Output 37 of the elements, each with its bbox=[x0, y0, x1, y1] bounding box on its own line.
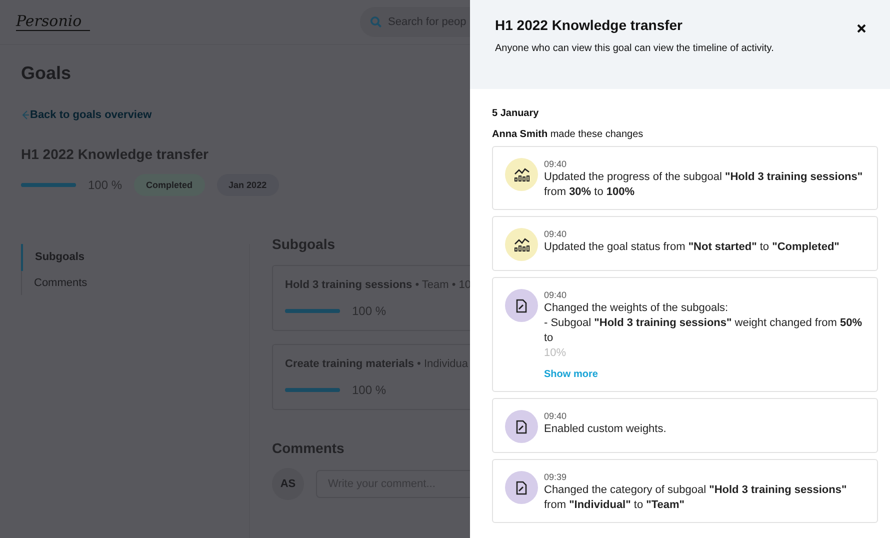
activity-time: 09:39 bbox=[544, 471, 568, 483]
back-link[interactable]: Back to goals overview bbox=[21, 109, 152, 121]
logo[interactable]: Personio bbox=[16, 13, 90, 31]
activity-time: 09:40 bbox=[544, 158, 568, 170]
progress-bar bbox=[285, 309, 340, 313]
search-icon bbox=[370, 16, 382, 28]
show-more-link[interactable]: Show more bbox=[544, 367, 598, 382]
document-edit-icon bbox=[516, 480, 527, 494]
author-line: Anna Smith made these changes bbox=[492, 129, 644, 140]
section-heading: Subgoals bbox=[272, 236, 336, 252]
section-heading: Comments bbox=[272, 440, 346, 456]
page-title: Goals bbox=[21, 63, 72, 85]
period-badge: Jan 2022 bbox=[216, 174, 279, 196]
chart-icon bbox=[514, 238, 530, 252]
chart-icon bbox=[514, 168, 530, 182]
close-icon bbox=[857, 24, 866, 33]
document-edit-icon bbox=[516, 298, 527, 312]
activity-text: Changed the category of subgoal "Hold 3 training sessions" from "Individual" to "Team" bbox=[544, 483, 848, 513]
activity-text: Changed the weights of the subgoals: bbox=[544, 301, 730, 316]
activity-time: 09:40 bbox=[544, 228, 568, 240]
document-edit-icon bbox=[516, 420, 527, 434]
nav-item[interactable]: Comments bbox=[21, 271, 100, 295]
panel-subtitle: Anyone who can view this goal can view the timeline of activity. bbox=[495, 43, 775, 54]
activity-time: 09:40 bbox=[544, 410, 568, 422]
status-badge: Completed bbox=[134, 174, 205, 196]
arrow-left-icon bbox=[21, 110, 29, 120]
activity-text: Updated the goal status from "Not started" to "Completed" bbox=[544, 240, 840, 255]
activity-text: - Subgoal "Hold 3 training sessions" weight changed from 50% to bbox=[544, 316, 863, 346]
progress-bar bbox=[21, 183, 76, 187]
progress-bar bbox=[285, 388, 340, 392]
panel-title: H1 2022 Knowledge transfer bbox=[495, 16, 683, 32]
activity-time: 09:40 bbox=[544, 289, 568, 301]
activity-text: Updated the progress of the subgoal "Hold 3 training sessions" from 30% to 100% bbox=[544, 170, 864, 200]
activity-text: 10% bbox=[544, 346, 568, 361]
activity-text: Enabled custom weights. bbox=[544, 422, 668, 437]
date-heading: 5 January bbox=[492, 108, 540, 119]
nav-item[interactable]: Subgoals bbox=[21, 244, 97, 271]
